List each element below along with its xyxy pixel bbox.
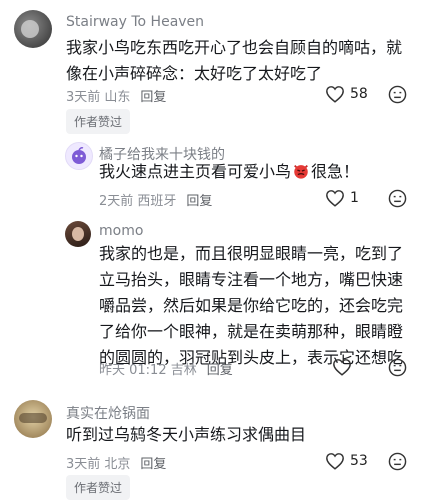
avatar[interactable] [14,400,52,438]
comment-text-part: 很急！ [311,162,360,181]
comment-text: 听到过乌鸫冬天小声练习求偶曲目 [66,425,307,444]
comment-meta: 3天前 山东 回复 [66,86,166,105]
comment-time-location: 2天前 西班牙 [99,194,177,209]
author-liked-badge: 作者赞过 [66,109,131,134]
like-button[interactable]: 1 [325,189,359,207]
heart-icon [325,85,345,103]
like-button[interactable]: 53 [325,452,368,470]
comment-username[interactable]: 真实在炝锅面 [66,403,150,423]
comment-username[interactable]: Stairway To Heaven [66,14,204,30]
like-button[interactable] [332,358,357,376]
comment-text: 我火速点进主页看可爱小鸟 很急！ [99,159,409,185]
comment-meta: 2天前 西班牙 回复 [99,190,212,209]
like-count: 1 [350,190,359,206]
dislike-button[interactable] [388,358,407,377]
avatar[interactable] [65,142,93,170]
comment-text-part: 我火速点进主页看可爱小鸟 [99,162,292,181]
heart-icon [325,189,345,207]
frown-face-icon [388,452,407,471]
frown-face-icon [388,85,407,104]
frown-face-icon [388,358,407,377]
comment-meta: 3天前 北京 回复 [66,453,166,472]
like-count: 53 [350,453,368,469]
frown-face-icon [388,189,407,208]
angry-devil-emoji-icon [292,162,310,180]
dislike-button[interactable] [388,189,407,208]
reply-button[interactable]: 回复 [186,194,212,209]
comment-time-location: 3天前 山东 [66,90,131,105]
comment-time-location: 昨天 01:12 吉林 [99,363,197,378]
comment-text: 我家的也是，而且很明显眼睛一亮，吃到了立马抬头，眼睛专注看一个地方，嘴巴快速嚼品… [99,244,404,367]
avatar[interactable] [14,10,52,48]
comment-text: 我家小鸟吃东西吃开心了也会自顾自的嘀咕，就像在小声碎碎念：太好吃了太好吃了 [66,38,403,83]
heart-icon [325,452,345,470]
comment-username[interactable]: momo [99,223,143,239]
reply-button[interactable]: 回复 [140,457,166,472]
avatar[interactable] [65,221,91,247]
like-button[interactable]: 58 [325,85,368,103]
like-count: 58 [350,86,368,102]
author-liked-badge: 作者赞过 [66,475,131,500]
comment-time-location: 3天前 北京 [66,457,131,472]
reply-button[interactable]: 回复 [207,363,233,378]
dislike-button[interactable] [388,85,407,104]
comment-meta: 昨天 01:12 吉林 回复 [99,359,233,378]
heart-icon [332,358,352,376]
reply-button[interactable]: 回复 [140,90,166,105]
dislike-button[interactable] [388,452,407,471]
